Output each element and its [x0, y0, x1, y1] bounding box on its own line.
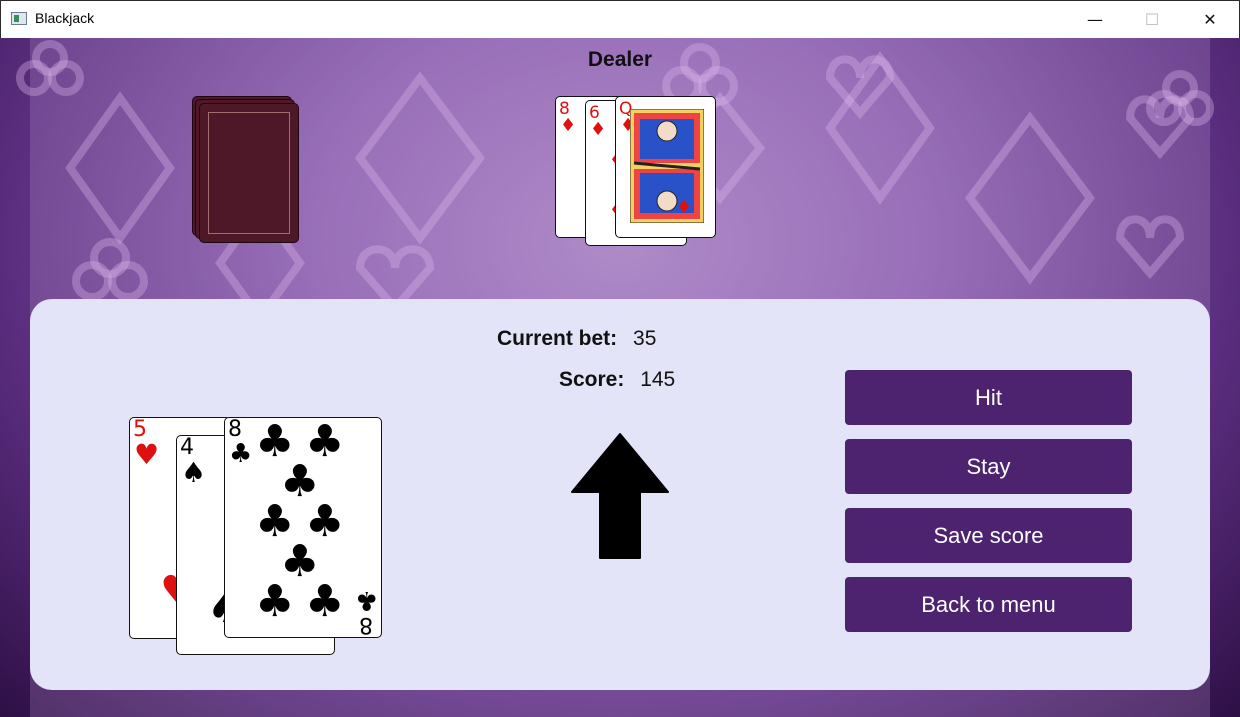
current-bet-value: 35 [633, 327, 657, 350]
dealer-label: Dealer [587, 48, 653, 71]
deck-card-back [199, 103, 299, 243]
stay-button[interactable]: Stay [845, 439, 1132, 494]
spade-icon: ♠ [181, 456, 207, 489]
maximize-button[interactable]: ☐ [1123, 1, 1181, 38]
save-score-button[interactable]: Save score [845, 508, 1132, 563]
diamond-icon: ♦ [590, 119, 607, 140]
game-area: Dealer 8 ♦ 6 ♦ ♦ ♦ Q ♦ ♦ Current bet: [0, 38, 1240, 717]
window-title: Blackjack [35, 10, 95, 26]
minimize-button[interactable]: — [1066, 1, 1124, 38]
player-panel: Current bet: 35 Score: 145 5 ♥ ♥ 4 ♠ ♠ 8… [30, 299, 1210, 690]
score-label: Score: [559, 368, 625, 391]
current-bet-label: Current bet: [497, 327, 618, 350]
diamond-icon: ♦ [560, 115, 577, 136]
app-icon [11, 12, 27, 25]
close-button[interactable]: ✕ [1181, 1, 1239, 38]
card-rank: 8 [359, 612, 373, 637]
svg-text:♦: ♦ [676, 197, 692, 218]
score-row: Score: 145 [559, 368, 675, 392]
up-arrow-icon [571, 433, 669, 559]
back-to-menu-button[interactable]: Back to menu [845, 577, 1132, 632]
hit-button[interactable]: Hit [845, 370, 1132, 425]
queen-face-icon: ♦ [630, 109, 704, 223]
club-icon: ♣ [354, 585, 378, 615]
club-pips: ♣ ♣ ♣ ♣ ♣ ♣ ♣ ♣ [255, 417, 345, 627]
score-value: 145 [640, 368, 676, 391]
title-bar: Blackjack — ☐ ✕ [0, 0, 1240, 38]
club-icon: ♣ [229, 439, 253, 469]
current-bet-row: Current bet: 35 [497, 327, 656, 351]
player-card-3: 8 ♣ ♣ ♣ ♣ ♣ ♣ ♣ ♣ ♣ ♣ 8 [224, 417, 382, 638]
dealer-card-3: Q ♦ ♦ [615, 96, 716, 238]
heart-icon: ♥ [134, 438, 160, 471]
